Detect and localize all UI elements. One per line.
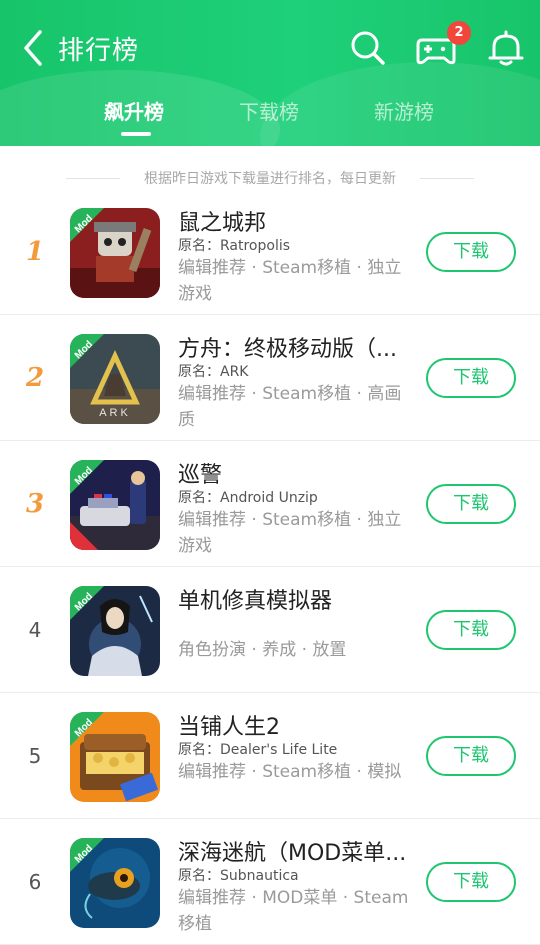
game-icon-dealers-life[interactable]: Mod [70, 712, 160, 802]
game-icon-ratropolis[interactable]: Mod [70, 208, 160, 298]
game-icon-subnautica[interactable]: Mod [70, 838, 160, 928]
game-icon-ark[interactable]: ARK Mod [70, 334, 160, 424]
notification-badge: 2 [447, 21, 471, 45]
download-button[interactable]: 下载 [426, 862, 516, 902]
rank-number: 6 [28, 870, 42, 894]
game-name[interactable]: 鼠之城邦 [178, 205, 408, 237]
game-original-name: 原名：Dealer's Life Lite [178, 742, 338, 758]
game-tags: 角色扮演 · 养成 · 放置 [178, 640, 347, 660]
divider [420, 178, 474, 179]
tab-rising[interactable]: 飙升榜 [104, 96, 164, 125]
rank-number: 5 [28, 744, 42, 768]
rank-number: 3 [25, 489, 45, 519]
game-name[interactable]: 方舟：终极移动版（... [178, 331, 408, 363]
list-item[interactable]: 4 Mod 单机修真模拟器 角色扮演 · 养成 · 放置 下载 [0, 567, 540, 693]
download-button[interactable]: 下载 [426, 736, 516, 776]
divider [66, 178, 120, 179]
list-item[interactable]: 1 Mod 鼠之城邦 原名：Ratropolis 编辑推荐 · Steam移植 … [0, 189, 540, 315]
game-original-name: 原名：Ratropolis [178, 238, 291, 254]
list-item[interactable]: 3 Mod 巡警 原名：Android Unzip 编辑推荐 · Steam移植… [0, 441, 540, 567]
game-original-name: 原名：Subnautica [178, 868, 299, 884]
game-original-name: 原名：Android Unzip [178, 490, 318, 506]
tab-new-games[interactable]: 新游榜 [374, 96, 434, 125]
back-arrow-icon[interactable] [18, 28, 50, 68]
active-tab-indicator [121, 132, 151, 136]
search-icon[interactable] [348, 28, 388, 68]
tab-downloads[interactable]: 下载榜 [239, 96, 299, 125]
svg-text:ARK: ARK [99, 407, 131, 419]
game-tags: 编辑推荐 · Steam移植 · 模拟 [178, 762, 402, 782]
rank-number: 2 [25, 363, 45, 393]
header-bar: 排行榜 2 飙升榜 下载榜 新游榜 [0, 0, 540, 146]
game-tags: 编辑推荐 · MOD菜单 · Steam移植 [178, 888, 409, 934]
game-icon-patrol[interactable]: Mod [70, 460, 160, 550]
download-button[interactable]: 下载 [426, 610, 516, 650]
game-tags: 编辑推荐 · Steam移植 · 独立游戏 [178, 510, 402, 556]
game-original-name: 原名：ARK [178, 364, 249, 380]
game-tags: 编辑推荐 · Steam移植 · 高画质 [178, 384, 402, 430]
game-name[interactable]: 当铺人生2 [178, 709, 408, 741]
download-button[interactable]: 下载 [426, 232, 516, 272]
rank-number: 4 [28, 618, 42, 642]
list-item[interactable]: 6 Mod 深海迷航（MOD菜单... 原名：Subnautica 编辑推荐 ·… [0, 819, 540, 945]
bell-icon[interactable] [486, 28, 526, 68]
notice-text: 根据昨日游戏下载量进行排名，每日更新 [144, 171, 396, 187]
list-item[interactable]: 5 Mod 当铺人生2 原名：Dealer's Life Lite 编辑推荐 ·… [0, 693, 540, 819]
ranking-tabs: 飙升榜 下载榜 新游榜 [0, 96, 540, 136]
game-icon-cultivation-sim[interactable]: Mod [70, 586, 160, 676]
game-name[interactable]: 单机修真模拟器 [178, 583, 408, 615]
list-item[interactable]: 2 ARK Mod 方舟：终极移动版（... 原名：ARK 编辑推荐 · Ste… [0, 315, 540, 441]
ranking-notice: 根据昨日游戏下载量进行排名，每日更新 [0, 168, 540, 190]
game-tags: 编辑推荐 · Steam移植 · 独立游戏 [178, 258, 402, 304]
page-title: 排行榜 [58, 36, 140, 66]
game-name[interactable]: 深海迷航（MOD菜单... [178, 835, 408, 867]
download-button[interactable]: 下载 [426, 358, 516, 398]
game-name[interactable]: 巡警 [178, 457, 408, 489]
rank-number: 1 [25, 237, 45, 267]
download-button[interactable]: 下载 [426, 484, 516, 524]
